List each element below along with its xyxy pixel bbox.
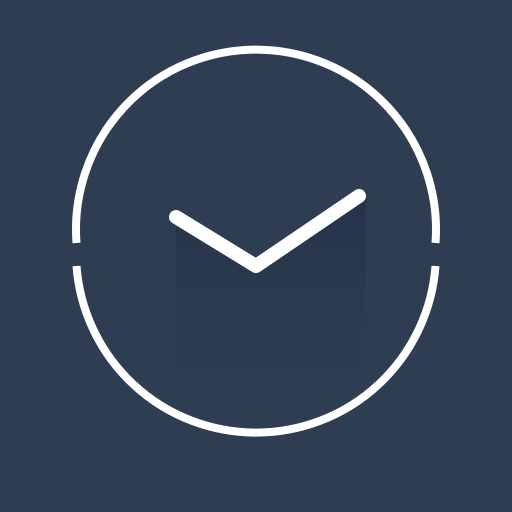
clock-icon bbox=[0, 0, 512, 512]
app-icon bbox=[0, 0, 512, 512]
